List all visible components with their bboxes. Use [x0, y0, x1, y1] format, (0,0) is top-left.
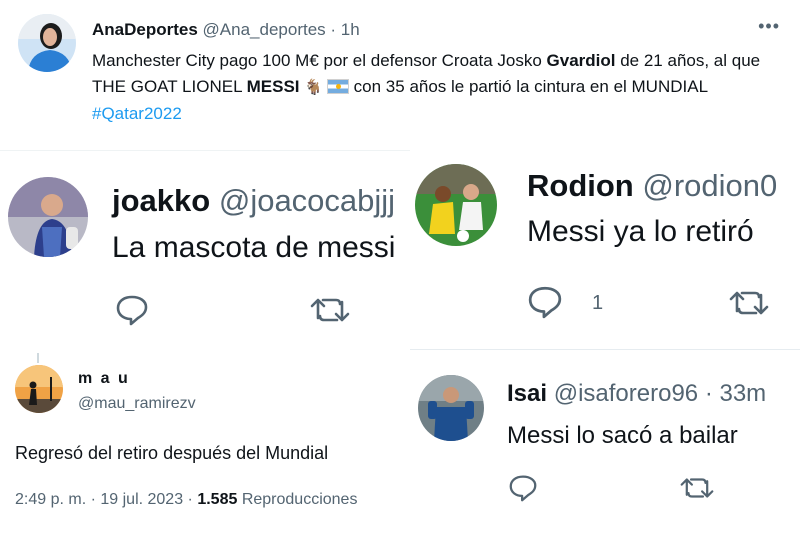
tweet-text: Regresó del retiro después del Mundial — [15, 443, 329, 463]
author-handle[interactable]: @rodion0 — [642, 168, 777, 203]
reply-icon[interactable] — [527, 285, 563, 319]
reply-text: La mascota de messi — [112, 231, 396, 264]
tweet-text-part: con 35 años le partió la cintura en el M… — [348, 77, 708, 96]
thread-line — [37, 353, 39, 363]
retweet-icon[interactable] — [728, 287, 770, 319]
reply-isai[interactable]: Isai @isaforero96 · 33m Messi lo sacó a … — [410, 350, 800, 533]
tweet-header: AnaDeportes @Ana_deportes · 1h — [92, 20, 360, 40]
tweet-text-bold: Gvardiol — [546, 51, 616, 70]
reply-header: Rodion @rodion0 — [527, 168, 777, 204]
author-name[interactable]: Rodion — [527, 168, 634, 203]
tweet-time[interactable]: · 33m — [705, 380, 766, 407]
tweet-mau[interactable]: m a u @mau_ramirezv Regresó del retiro d… — [0, 350, 410, 533]
reply-joakko[interactable]: joakko @joacocabjjj La mascota de messi — [0, 150, 410, 350]
author-name[interactable]: Isai — [507, 380, 547, 407]
avatar-anadeportes[interactable] — [18, 14, 76, 72]
tweet-timestamp[interactable]: 2:49 p. m. · 19 jul. 2023 · — [15, 491, 197, 508]
author-name[interactable]: m a u — [78, 370, 130, 388]
reply-icon[interactable] — [115, 294, 149, 326]
goat-emoji-icon: 🐐 — [304, 79, 323, 96]
tweet-time[interactable]: · 1h — [330, 20, 359, 39]
avatar-isai[interactable] — [418, 375, 484, 441]
avatar-rodion[interactable] — [415, 164, 497, 246]
main-tweet[interactable]: AnaDeportes @Ana_deportes · 1h ••• Manch… — [0, 0, 800, 150]
tweet-text-part: Manchester City pago 100 M€ por el defen… — [92, 51, 547, 70]
retweet-icon[interactable] — [680, 474, 714, 502]
author-handle[interactable]: @joacocabjjj — [219, 183, 395, 218]
avatar-mau[interactable] — [15, 365, 63, 413]
author-name[interactable]: joakko — [112, 183, 210, 218]
author-name[interactable]: AnaDeportes — [92, 20, 198, 39]
reply-header: joakko @joacocabjjj — [112, 183, 395, 219]
author-handle[interactable]: @isaforero96 — [554, 380, 698, 407]
retweet-icon[interactable] — [310, 294, 350, 326]
tweet-meta: 2:49 p. m. · 19 jul. 2023 · 1.585 Reprod… — [15, 491, 357, 509]
hashtag-link[interactable]: #Qatar2022 — [92, 104, 182, 123]
more-dots-icon[interactable]: ••• — [758, 16, 780, 37]
reply-header: Isai @isaforero96 · 33m — [507, 380, 766, 408]
views-count: 1.585 — [197, 491, 238, 508]
reply-count: 1 — [592, 292, 604, 314]
avatar-joakko[interactable] — [8, 177, 88, 257]
reply-text: Messi lo sacó a bailar — [507, 422, 738, 449]
tweet-text-bold: MESSI — [246, 77, 300, 96]
reply-rodion[interactable]: Rodion @rodion0 Messi ya lo retiró 1 — [410, 150, 800, 350]
tweet-text: Manchester City pago 100 M€ por el defen… — [92, 48, 792, 127]
author-handle[interactable]: @Ana_deportes — [203, 20, 326, 39]
reply-text: Messi ya lo retiró — [527, 215, 754, 248]
reply-icon[interactable] — [508, 474, 538, 502]
views-label: Reproducciones — [237, 491, 358, 508]
argentina-flag-icon — [326, 79, 349, 94]
author-handle[interactable]: @mau_ramirezv — [78, 395, 196, 413]
